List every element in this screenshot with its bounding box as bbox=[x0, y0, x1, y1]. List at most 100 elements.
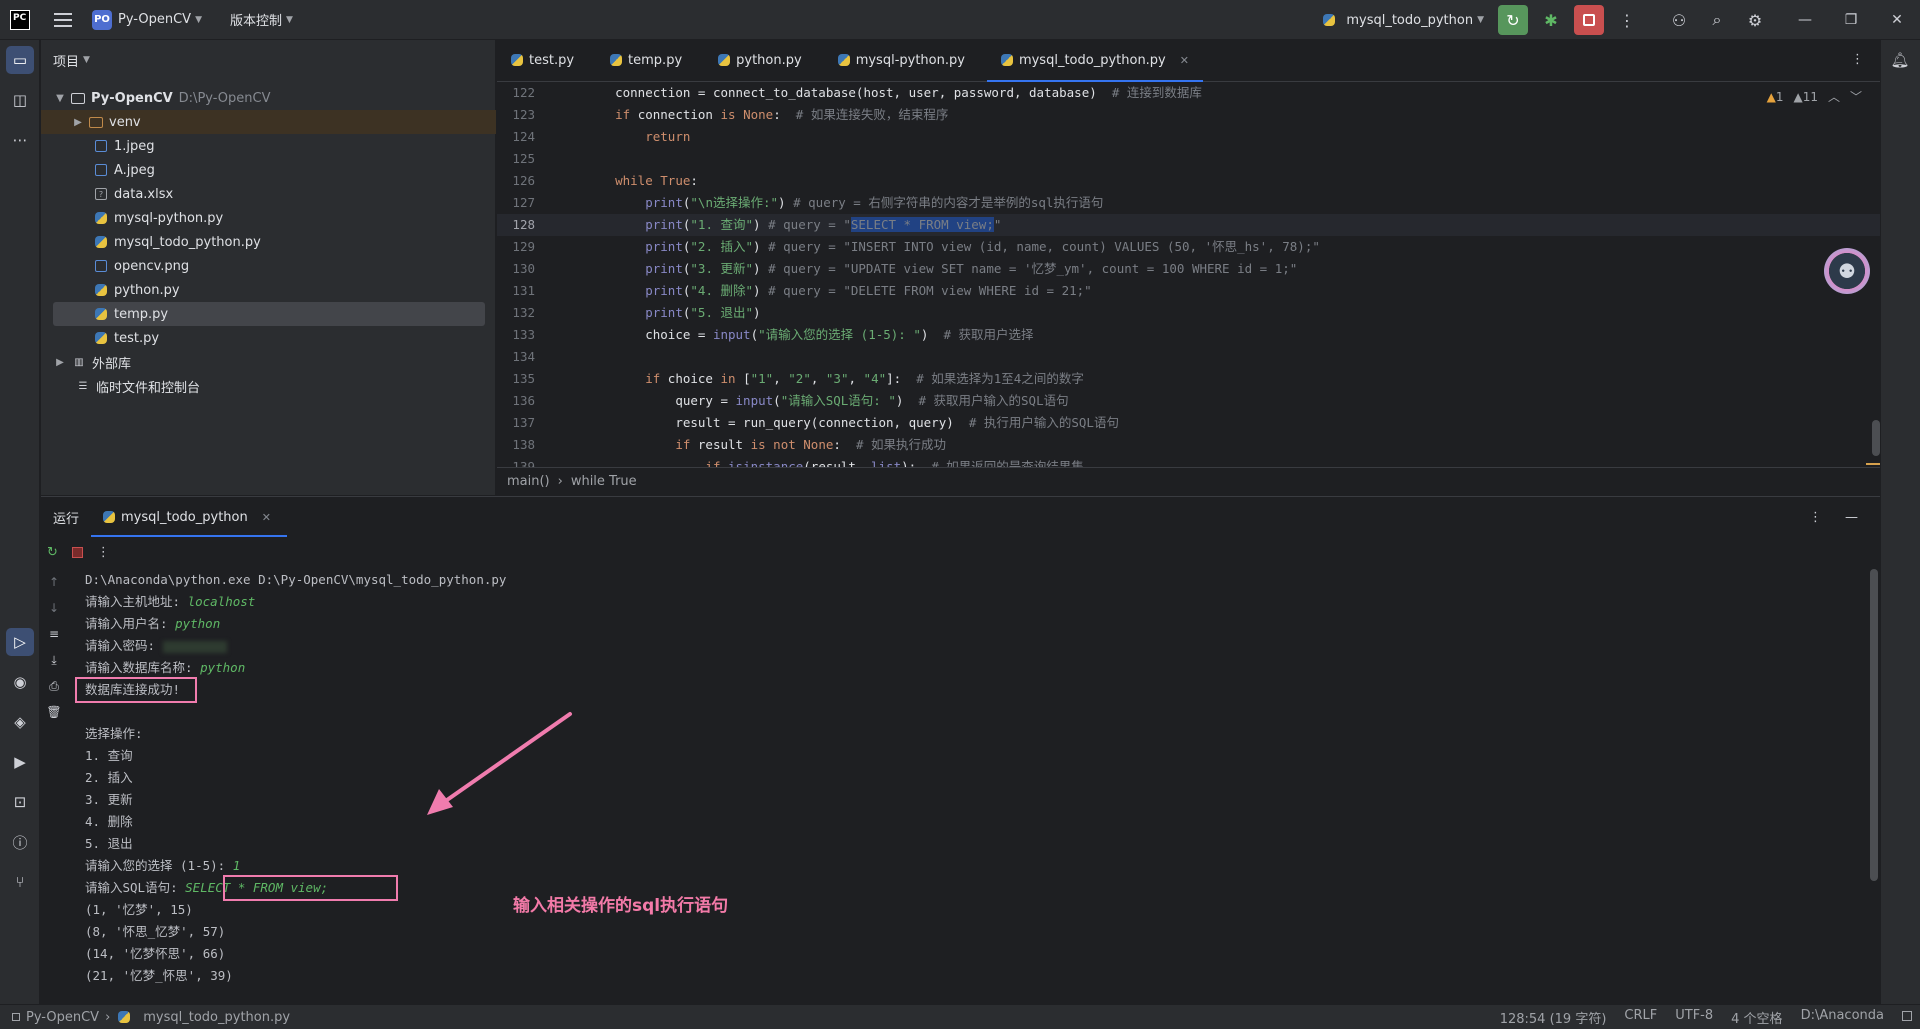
debug-icon[interactable]: ✱ bbox=[1536, 5, 1566, 35]
terminal-icon[interactable]: ⊡ bbox=[6, 788, 34, 816]
editor-scrollbar[interactable] bbox=[1872, 420, 1880, 456]
tree-item-a-jpeg[interactable]: A.jpeg bbox=[41, 158, 496, 182]
tab-python-py[interactable]: python.py bbox=[704, 39, 816, 81]
close-tab-icon[interactable]: ✕ bbox=[262, 511, 271, 524]
scratch-icon: ☰ bbox=[78, 380, 88, 392]
readonly-toggle-icon[interactable] bbox=[1902, 1010, 1912, 1021]
external-libs-label: 外部库 bbox=[92, 356, 132, 372]
scroll-up-icon[interactable]: ↑ bbox=[41, 569, 67, 595]
tree-item-mysql-python[interactable]: mysql-python.py bbox=[41, 206, 496, 230]
tree-item-data-xlsx[interactable]: ? data.xlsx bbox=[41, 182, 496, 206]
console-scrollbar[interactable] bbox=[1870, 569, 1878, 881]
run-config-selector[interactable]: mysql_todo_python ▼ bbox=[1321, 13, 1484, 28]
stop-icon[interactable] bbox=[71, 546, 83, 558]
console-line: 1. 查询 bbox=[85, 748, 133, 763]
code-view[interactable]: 122 connection = connect_to_database(hos… bbox=[497, 82, 1880, 467]
print-icon[interactable]: ⎙ bbox=[41, 673, 67, 699]
project-folder-icon[interactable]: ▭ bbox=[6, 46, 34, 74]
ai-assistant-avatar[interactable]: ⚉ bbox=[1824, 248, 1870, 294]
tree-item-temp-py[interactable]: temp.py bbox=[53, 302, 485, 326]
tree-item-python-py[interactable]: python.py bbox=[41, 278, 496, 302]
more-tools-icon[interactable]: ⋯ bbox=[6, 126, 34, 154]
vcs-menu[interactable]: 版本控制 ▼ bbox=[230, 10, 293, 29]
indent-setting[interactable]: 4 个空格 bbox=[1731, 1008, 1782, 1027]
console-line: 5. 退出 bbox=[85, 836, 133, 851]
scroll-to-end-icon[interactable]: ⤓ bbox=[41, 647, 67, 673]
chevron-down-icon: ▼ bbox=[286, 14, 293, 25]
run-panel-title: 运行 bbox=[53, 511, 80, 527]
stop-button[interactable] bbox=[1574, 5, 1604, 35]
line-separator[interactable]: CRLF bbox=[1624, 1008, 1657, 1027]
run-tab[interactable]: mysql_todo_python ✕ bbox=[91, 497, 287, 537]
status-file[interactable]: mysql_todo_python.py bbox=[143, 1010, 290, 1025]
selected-text: SELECT * FROM view; bbox=[850, 217, 994, 232]
tab-mysql-python-py[interactable]: mysql-python.py bbox=[824, 39, 979, 81]
console-line: 3. 更新 bbox=[85, 792, 133, 807]
more-icon[interactable]: ⋮ bbox=[97, 545, 110, 560]
trash-icon[interactable]: 🗑︎ bbox=[41, 699, 67, 725]
project-panel-title: 项目 bbox=[53, 54, 80, 70]
code-line: 135 if choice in ["1", "2", "3", "4"]: #… bbox=[512, 371, 1084, 386]
tab-temp-py[interactable]: temp.py bbox=[596, 39, 696, 81]
console-output[interactable]: D:\Anaconda\python.exe D:\Py-OpenCV\mysq… bbox=[75, 569, 1865, 1009]
close-tab-icon[interactable]: ✕ bbox=[1180, 54, 1189, 67]
project-name: Py-OpenCV bbox=[118, 12, 192, 27]
soft-wrap-icon[interactable]: ≡ bbox=[41, 621, 67, 647]
caret-position[interactable]: 128:54 (19 字符) bbox=[1500, 1008, 1607, 1027]
minimize-icon[interactable]: — bbox=[1782, 0, 1828, 40]
python-console-icon[interactable]: ◉ bbox=[6, 668, 34, 696]
tree-item-mysql-todo-python[interactable]: mysql_todo_python.py bbox=[41, 230, 496, 254]
rerun-button[interactable]: ↻ bbox=[1498, 5, 1528, 35]
tree-root[interactable]: ▼ Py-OpenCV D:\Py-OpenCV bbox=[41, 86, 496, 110]
project-panel-header[interactable]: 项目 ▼ bbox=[41, 40, 495, 80]
tab-label: temp.py bbox=[628, 52, 683, 68]
structure-icon[interactable]: ◫ bbox=[6, 86, 34, 114]
search-icon[interactable]: ⌕ bbox=[1702, 5, 1732, 35]
scroll-down-icon[interactable]: ↓ bbox=[41, 595, 67, 621]
tabs-more-icon[interactable]: ⋮ bbox=[1851, 52, 1864, 67]
file-encoding[interactable]: UTF-8 bbox=[1675, 1008, 1713, 1027]
more-actions-icon[interactable]: ⋮ bbox=[1612, 5, 1642, 35]
main-menu-icon[interactable] bbox=[54, 12, 72, 27]
tree-external-libraries[interactable]: ▶ ▥ 外部库 bbox=[41, 350, 496, 374]
close-window-icon[interactable]: ✕ bbox=[1874, 0, 1920, 40]
tree-item-label: 1.jpeg bbox=[114, 138, 155, 154]
python-file-icon bbox=[118, 1011, 131, 1023]
settings-gear-icon[interactable]: ⚙ bbox=[1740, 5, 1770, 35]
tab-test-py[interactable]: test.py bbox=[497, 39, 588, 81]
code-line-current: 128 print("1. 查询") # query = "SELECT * F… bbox=[497, 214, 1880, 236]
status-project[interactable]: Py-OpenCV bbox=[26, 1010, 99, 1025]
git-branch-icon[interactable]: ⑂ bbox=[6, 868, 34, 896]
chevron-right-icon: ▶ bbox=[74, 116, 82, 128]
tree-item-opencv-png[interactable]: opencv.png bbox=[41, 254, 496, 278]
layers-icon[interactable]: ◈ bbox=[6, 708, 34, 736]
interpreter[interactable]: D:\Anaconda bbox=[1801, 1008, 1884, 1027]
restore-icon[interactable]: ❐ bbox=[1828, 0, 1874, 40]
tree-item-label: A.jpeg bbox=[114, 162, 155, 178]
python-file-icon bbox=[511, 54, 523, 66]
rerun-icon[interactable]: ↻ bbox=[47, 545, 58, 560]
warning-marker[interactable] bbox=[1866, 463, 1880, 465]
tree-item-venv[interactable]: ▶ venv bbox=[41, 110, 496, 134]
tree-item-1-jpeg[interactable]: 1.jpeg bbox=[41, 134, 496, 158]
tab-mysql-todo-python-py[interactable]: mysql_todo_python.py ✕ bbox=[986, 39, 1204, 82]
code-line: 131 print("4. 删除") # query = "DELETE FRO… bbox=[512, 283, 1092, 298]
breadcrumb-item[interactable]: main() bbox=[507, 474, 550, 489]
add-user-icon[interactable]: ⚇ bbox=[1664, 5, 1694, 35]
editor-area: test.py temp.py python.py mysql-python.p… bbox=[497, 40, 1880, 495]
run-tool-icon[interactable]: ▷ bbox=[6, 628, 34, 656]
python-file-icon bbox=[1323, 14, 1336, 26]
more-options-icon[interactable]: ⋮ bbox=[1809, 510, 1822, 525]
notifications-bell-icon[interactable]: 🔔︎ bbox=[1886, 46, 1914, 74]
chevron-down-icon: ▼ bbox=[56, 92, 64, 104]
project-badge[interactable]: PO bbox=[92, 9, 112, 30]
tree-item-test-py[interactable]: test.py bbox=[41, 326, 496, 350]
breadcrumb-separator-icon: › bbox=[557, 474, 563, 489]
console-line: 请输入主机地址: localhost bbox=[85, 594, 256, 609]
problems-icon[interactable]: ⓘ bbox=[6, 828, 34, 856]
breadcrumb-item[interactable]: while True bbox=[571, 474, 637, 489]
tree-scratches[interactable]: ☰ 临时文件和控制台 bbox=[41, 374, 496, 398]
services-icon[interactable]: ▶ bbox=[6, 748, 34, 776]
project-selector[interactable]: Py-OpenCV ▼ bbox=[118, 12, 202, 27]
hide-panel-icon[interactable]: — bbox=[1845, 510, 1858, 525]
